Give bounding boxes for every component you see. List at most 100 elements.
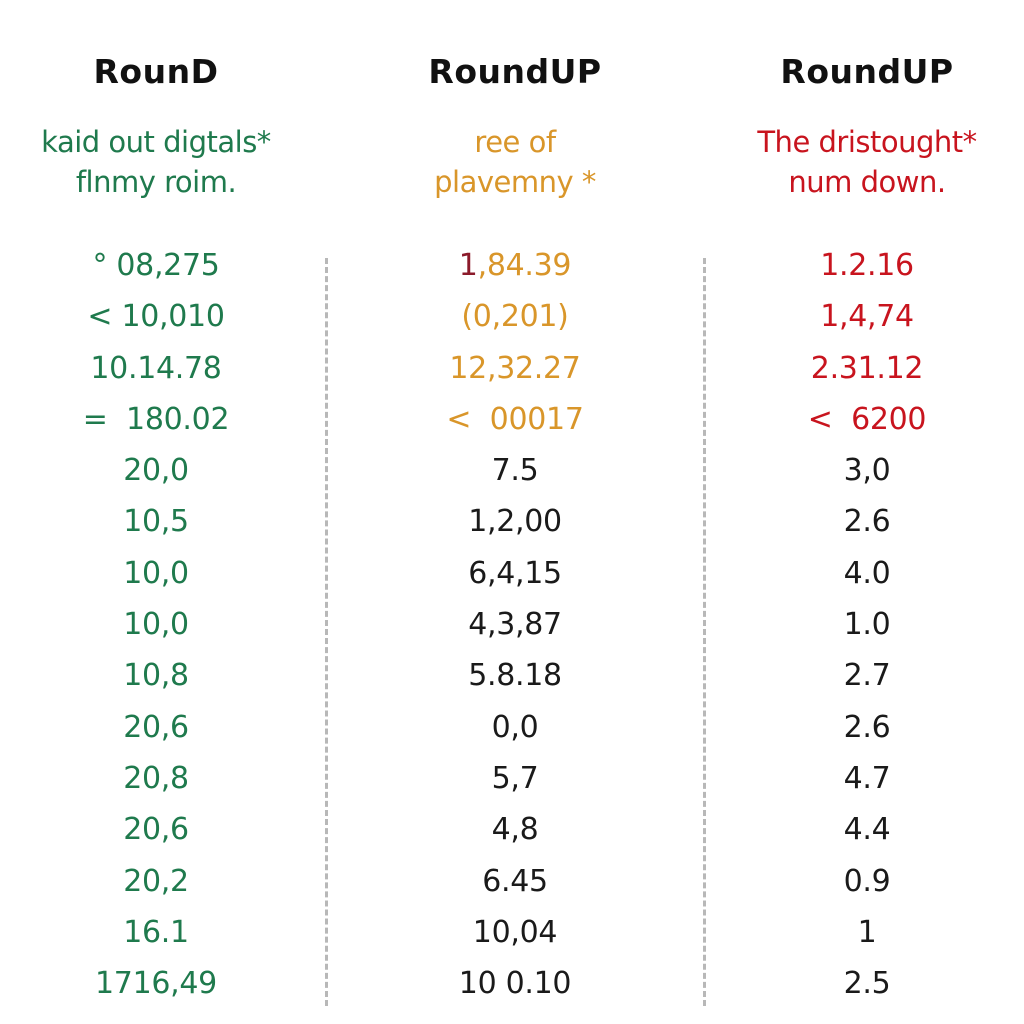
value-text: 5.8.18 [468, 658, 562, 694]
value-row: (0,201) [340, 291, 690, 342]
value-text: 4,8 [491, 812, 539, 848]
value-row: 1.0 [710, 599, 1024, 650]
value-text: 6.45 [482, 863, 548, 899]
value-text: 1.2.16 [820, 248, 914, 283]
value-row: 2.6 [710, 702, 1024, 753]
value-row: < 10,010 [0, 291, 312, 342]
value-row: < 00017 [340, 394, 690, 445]
value-row: 3,0 [710, 445, 1024, 496]
value-row: 1 [710, 907, 1024, 958]
value-text: 20,6 [123, 709, 189, 745]
value-text: 10.14.78 [90, 350, 222, 386]
value-text: 0.9 [843, 863, 891, 899]
value-text: 10,04 [472, 914, 558, 950]
value-row: 16.1 [0, 907, 312, 958]
value-text: 2.6 [843, 504, 891, 540]
value-text: 1716,49 [95, 966, 217, 1002]
value-row: 4.0 [710, 548, 1024, 599]
description-line: ree of [474, 125, 556, 159]
column-heading: RoundUP [780, 52, 954, 91]
value-row: 12,32.27 [340, 343, 690, 394]
value-text: 2.6 [843, 709, 891, 745]
value-row: 10,8 [0, 650, 312, 701]
value-text: 1,2,00 [468, 504, 562, 540]
value-row: 20,2 [0, 856, 312, 907]
column-heading: RounD [93, 52, 219, 91]
value-list: 1.2.16 1,4,74 2.31.12 < 6200 3,0 2.6 4.0 1.0 2.7… [710, 240, 1024, 1009]
value-row: 7.5 [340, 445, 690, 496]
value-text: 10,0 [123, 555, 189, 591]
value-row: 10 0.10 [340, 958, 690, 1009]
value-text: = 180.02 [82, 401, 230, 437]
value-row: 1,84.39 [340, 240, 690, 291]
value-text: 0,0 [491, 709, 539, 745]
value-text: 10,0 [123, 607, 189, 643]
column-description: The dristought* num down. [710, 122, 1024, 202]
value-text: 3,0 [843, 453, 891, 489]
value-row: 1.2.16 [710, 240, 1024, 291]
value-text: 7.5 [491, 453, 539, 489]
value-text: 1.0 [843, 607, 891, 643]
value-text: 5,7 [491, 760, 539, 796]
value-text: 20,2 [123, 863, 189, 899]
value-row: < 6200 [710, 394, 1024, 445]
value-row: 10,0 [0, 599, 312, 650]
value-text: 12,32.27 [449, 350, 581, 386]
value-text: 10,8 [123, 658, 189, 694]
column-roundup: RoundUP ree of plavemny * 1,84.39 (0,201)… [340, 0, 690, 1024]
value-text: 1 [857, 914, 877, 950]
column-round: RounD kaid out digtals* flnmy roim. ° 08… [0, 0, 312, 1024]
value-row: 10,0 [0, 548, 312, 599]
value-row: 20,0 [0, 445, 312, 496]
value-row: 20,6 [0, 804, 312, 855]
value-row: 20,8 [0, 753, 312, 804]
value-row: 1716,49 [0, 958, 312, 1009]
value-row: 6,4,15 [340, 548, 690, 599]
value-row: 10.14.78 [0, 343, 312, 394]
value-text: ° 08,275 [92, 248, 220, 283]
value-row: 20,6 [0, 702, 312, 753]
value-list: 1,84.39 (0,201) 12,32.27 < 00017 7.5 1,2,00 6,… [340, 240, 690, 1009]
value-text: (0,201) [461, 299, 569, 335]
value-list: ° 08,275 < 10,010 10.14.78 = 180.02 20,0 10,5… [0, 240, 312, 1009]
value-row: = 180.02 [0, 394, 312, 445]
description-line: plavemny * [434, 165, 596, 199]
value-text: 20,8 [123, 760, 189, 796]
description-line: The dristought* [757, 125, 977, 159]
value-text: 4.4 [843, 812, 891, 848]
description-line: kaid out digtals* [41, 125, 271, 159]
value-text: 1,4,74 [820, 299, 914, 335]
value-row: ° 08,275 [0, 240, 312, 291]
value-row: 6.45 [340, 856, 690, 907]
value-row: 1,4,74 [710, 291, 1024, 342]
dashed-divider [325, 258, 328, 1006]
value-row: 4,3,87 [340, 599, 690, 650]
column-roundup-2: RoundUP The dristought* num down. 1.2.16… [710, 0, 1024, 1024]
value-text: 4.7 [843, 760, 891, 796]
value-text: 4,3,87 [468, 607, 562, 643]
value-text: < 6200 [807, 401, 927, 437]
value-row: 5,7 [340, 753, 690, 804]
value-row: 2.7 [710, 650, 1024, 701]
value-row: 10,5 [0, 496, 312, 547]
column-description: kaid out digtals* flnmy roim. [0, 122, 312, 202]
value-row: 4.4 [710, 804, 1024, 855]
value-row: 1,2,00 [340, 496, 690, 547]
column-heading: RoundUP [428, 52, 602, 91]
value-text: 2.31.12 [810, 350, 924, 386]
value-row: 10,04 [340, 907, 690, 958]
column-description: ree of plavemny * [340, 122, 690, 202]
value-text: 10,5 [123, 504, 189, 540]
value-text: 10 0.10 [458, 966, 572, 1002]
value-prefix: 1 [458, 248, 478, 283]
value-text: 2.5 [843, 966, 891, 1002]
value-text: < 00017 [446, 401, 584, 437]
description-line: num down. [788, 165, 946, 199]
value-text: 20,0 [123, 453, 189, 489]
value-row: 4.7 [710, 753, 1024, 804]
value-text: 2.7 [843, 658, 891, 694]
value-text: 4.0 [843, 555, 891, 591]
value-text: < 10,010 [87, 299, 225, 335]
value-row: 4,8 [340, 804, 690, 855]
value-row: 2.31.12 [710, 343, 1024, 394]
